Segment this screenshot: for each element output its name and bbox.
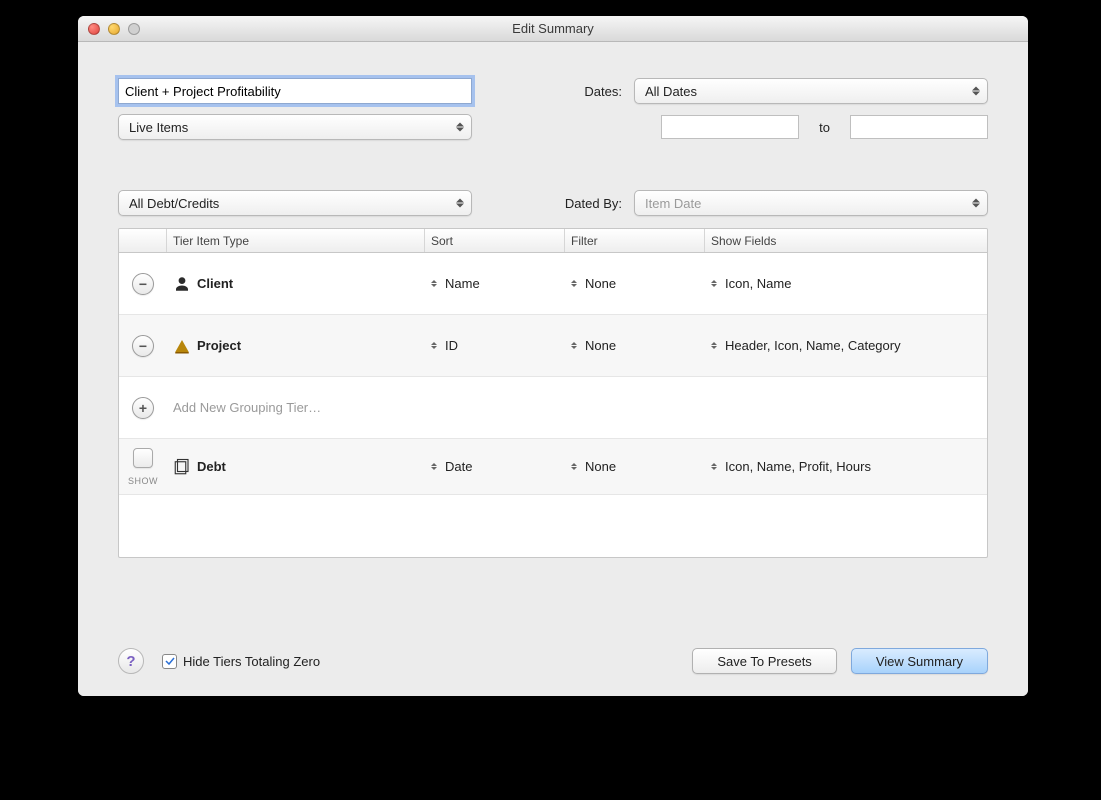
view-summary-button[interactable]: View Summary — [851, 648, 988, 674]
show-debt-label: SHOW — [128, 476, 158, 486]
sort-icon[interactable] — [711, 280, 719, 287]
sort-icon[interactable] — [431, 463, 439, 470]
th-filter[interactable]: Filter — [565, 229, 705, 252]
sort-icon[interactable] — [431, 280, 439, 287]
sort-value: Date — [445, 459, 472, 474]
show-debt-toggle[interactable] — [133, 448, 153, 468]
sort-icon[interactable] — [711, 342, 719, 349]
sort-icon[interactable] — [571, 463, 579, 470]
remove-tier-button[interactable]: − — [132, 335, 154, 357]
row-debits-datedby: All Debt/Credits Dated By: Item Date — [118, 190, 988, 216]
date-to-label: to — [819, 120, 830, 135]
hide-zero-label: Hide Tiers Totaling Zero — [183, 654, 320, 669]
status-select[interactable]: Live Items — [118, 114, 472, 140]
dated-by-select[interactable]: Item Date — [634, 190, 988, 216]
sort-icon[interactable] — [431, 342, 439, 349]
sort-icon[interactable] — [571, 342, 579, 349]
hide-zero-checkbox[interactable] — [162, 654, 177, 669]
table-body: − Client Name None — [119, 253, 987, 558]
debits-select-value: All Debt/Credits — [129, 196, 219, 211]
sort-icon[interactable] — [571, 280, 579, 287]
show-value: Icon, Name, Profit, Hours — [725, 459, 871, 474]
client-icon — [173, 275, 191, 293]
content-area: Dates: All Dates Live Items to All Debt/… — [78, 42, 1028, 696]
tier-type: Debt — [197, 459, 226, 474]
add-tier-row[interactable]: + Add New Grouping Tier… — [119, 377, 987, 439]
row-status-daterange: Live Items to — [118, 114, 988, 140]
debits-select[interactable]: All Debt/Credits — [118, 190, 472, 216]
minimize-icon[interactable] — [108, 23, 120, 35]
table-row[interactable]: − Project ID None — [119, 315, 987, 377]
tiers-table: Tier Item Type Sort Filter Show Fields −… — [118, 228, 988, 558]
debt-row[interactable]: SHOW Debt Date None — [119, 439, 987, 495]
filter-value: None — [585, 276, 616, 291]
add-tier-button[interactable]: + — [132, 397, 154, 419]
th-sort[interactable]: Sort — [425, 229, 565, 252]
tier-type: Client — [197, 276, 233, 291]
footer: ? Hide Tiers Totaling Zero Save To Prese… — [118, 648, 988, 674]
dates-select[interactable]: All Dates — [634, 78, 988, 104]
help-button[interactable]: ? — [118, 648, 144, 674]
chevron-updown-icon — [455, 123, 465, 132]
window-title: Edit Summary — [78, 21, 1028, 36]
dates-label: Dates: — [584, 84, 622, 99]
date-from-input[interactable] — [661, 115, 799, 139]
sort-value: ID — [445, 338, 458, 353]
status-select-value: Live Items — [129, 120, 188, 135]
th-show[interactable]: Show Fields — [705, 229, 987, 252]
table-row-empty — [119, 495, 987, 558]
remove-tier-button[interactable]: − — [132, 273, 154, 295]
edit-summary-window: Edit Summary Dates: All Dates Live Items… — [78, 16, 1028, 696]
show-value: Header, Icon, Name, Category — [725, 338, 901, 353]
add-tier-label: Add New Grouping Tier… — [173, 400, 321, 415]
filter-value: None — [585, 338, 616, 353]
chevron-updown-icon — [455, 199, 465, 208]
filter-value: None — [585, 459, 616, 474]
table-row[interactable]: − Client Name None — [119, 253, 987, 315]
window-controls — [78, 23, 140, 35]
project-icon — [173, 337, 191, 355]
summary-name-input[interactable] — [118, 78, 472, 104]
zoom-icon[interactable] — [128, 23, 140, 35]
chevron-updown-icon — [971, 199, 981, 208]
dated-by-select-value: Item Date — [645, 196, 701, 211]
date-to-input[interactable] — [850, 115, 988, 139]
save-presets-button[interactable]: Save To Presets — [692, 648, 836, 674]
titlebar: Edit Summary — [78, 16, 1028, 42]
tier-type: Project — [197, 338, 241, 353]
th-handle — [119, 229, 167, 252]
dated-by-label: Dated By: — [565, 196, 622, 211]
sort-value: Name — [445, 276, 480, 291]
dates-select-value: All Dates — [645, 84, 697, 99]
th-type[interactable]: Tier Item Type — [167, 229, 425, 252]
debt-icon — [173, 458, 191, 476]
show-value: Icon, Name — [725, 276, 791, 291]
sort-icon[interactable] — [711, 463, 719, 470]
table-header: Tier Item Type Sort Filter Show Fields — [119, 229, 987, 253]
chevron-updown-icon — [971, 87, 981, 96]
row-name-dates: Dates: All Dates — [118, 78, 988, 104]
close-icon[interactable] — [88, 23, 100, 35]
